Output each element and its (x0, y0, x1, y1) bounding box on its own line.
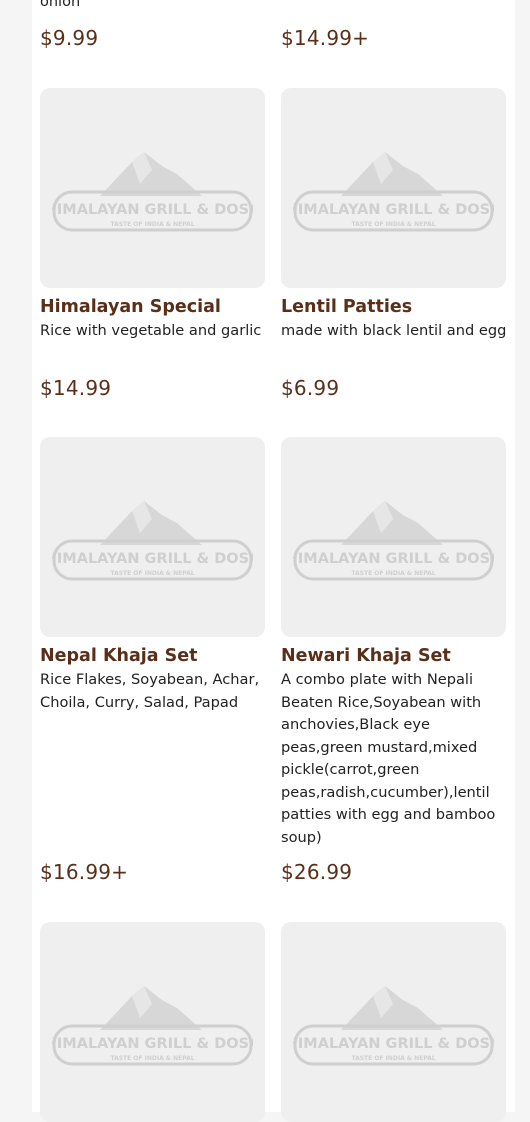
item-image-placeholder: HIMALAYAN GRILL & DOSA TASTE OF INDIA & … (281, 437, 506, 637)
svg-text:TASTE OF INDIA & NEPAL: TASTE OF INDIA & NEPAL (110, 1055, 194, 1062)
item-description: Rice Flakes, Soyabean, Achar, Choila, Cu… (40, 671, 260, 711)
svg-text:HIMALAYAN GRILL & DOSA: HIMALAYAN GRILL & DOSA (52, 1036, 253, 1052)
item-price: $26.99 (281, 860, 353, 884)
svg-text:TASTE OF INDIA & NEPAL: TASTE OF INDIA & NEPAL (351, 1055, 435, 1062)
menu-item-card[interactable]: HIMALAYAN GRILL & DOSA TASTE OF INDIA & … (281, 88, 507, 408)
menu-item-card[interactable]: HIMALAYAN GRILL & DOSA TASTE OF INDIA & … (281, 922, 507, 1122)
restaurant-logo-icon: HIMALAYAN GRILL & DOSA TASTE OF INDIA & … (52, 986, 253, 1066)
item-price: $14.99+ (281, 26, 370, 50)
item-price: $14.99 (40, 376, 112, 400)
svg-text:HIMALAYAN GRILL & DOSA: HIMALAYAN GRILL & DOSA (293, 1036, 494, 1052)
svg-text:HIMALAYAN GRILL & DOSA: HIMALAYAN GRILL & DOSA (293, 202, 494, 218)
item-name: Nepal Khaja Set (40, 646, 198, 666)
svg-text:TASTE OF INDIA & NEPAL: TASTE OF INDIA & NEPAL (110, 570, 194, 577)
restaurant-logo-icon: HIMALAYAN GRILL & DOSA TASTE OF INDIA & … (293, 501, 494, 581)
svg-text:TASTE OF INDIA & NEPAL: TASTE OF INDIA & NEPAL (351, 221, 435, 228)
restaurant-logo-icon: HIMALAYAN GRILL & DOSA TASTE OF INDIA & … (52, 152, 253, 232)
item-name: Lentil Patties (281, 297, 413, 317)
menu-item-card[interactable]: HIMALAYAN GRILL & DOSA TASTE OF INDIA & … (40, 88, 266, 408)
item-image-placeholder: HIMALAYAN GRILL & DOSA TASTE OF INDIA & … (40, 922, 265, 1122)
svg-text:HIMALAYAN GRILL & DOSA: HIMALAYAN GRILL & DOSA (52, 202, 253, 218)
item-image-placeholder: HIMALAYAN GRILL & DOSA TASTE OF INDIA & … (40, 437, 265, 637)
menu-list: onion $9.99 $14.99+ HIMALAYAN GRILL & DO… (32, 0, 515, 1122)
restaurant-logo-icon: HIMALAYAN GRILL & DOSA TASTE OF INDIA & … (293, 986, 494, 1066)
item-description: A combo plate with Nepali Beaten Rice,So… (281, 671, 496, 846)
svg-text:HIMALAYAN GRILL & DOSA: HIMALAYAN GRILL & DOSA (52, 551, 253, 567)
item-description: made with black lentil and egg (281, 322, 507, 339)
menu-item-card[interactable]: HIMALAYAN GRILL & DOSA TASTE OF INDIA & … (40, 922, 266, 1122)
item-image-placeholder: HIMALAYAN GRILL & DOSA TASTE OF INDIA & … (281, 922, 506, 1122)
restaurant-logo-icon: HIMALAYAN GRILL & DOSA TASTE OF INDIA & … (293, 152, 494, 232)
item-image-placeholder: HIMALAYAN GRILL & DOSA TASTE OF INDIA & … (40, 88, 265, 288)
svg-text:HIMALAYAN GRILL & DOSA: HIMALAYAN GRILL & DOSA (293, 551, 494, 567)
menu-item-card[interactable]: HIMALAYAN GRILL & DOSA TASTE OF INDIA & … (40, 437, 266, 892)
item-price: $16.99+ (40, 860, 129, 884)
item-image-placeholder: HIMALAYAN GRILL & DOSA TASTE OF INDIA & … (281, 88, 506, 288)
svg-text:TASTE OF INDIA & NEPAL: TASTE OF INDIA & NEPAL (110, 221, 194, 228)
item-description: Rice with vegetable and garlic (40, 322, 262, 339)
menu-item-card[interactable]: HIMALAYAN GRILL & DOSA TASTE OF INDIA & … (281, 437, 507, 892)
item-description: onion (40, 0, 81, 10)
item-price: $9.99 (40, 26, 99, 50)
item-name: Himalayan Special (40, 297, 221, 317)
svg-text:TASTE OF INDIA & NEPAL: TASTE OF INDIA & NEPAL (351, 570, 435, 577)
item-name: Newari Khaja Set (281, 646, 451, 666)
item-price: $6.99 (281, 376, 340, 400)
restaurant-logo-icon: HIMALAYAN GRILL & DOSA TASTE OF INDIA & … (52, 501, 253, 581)
